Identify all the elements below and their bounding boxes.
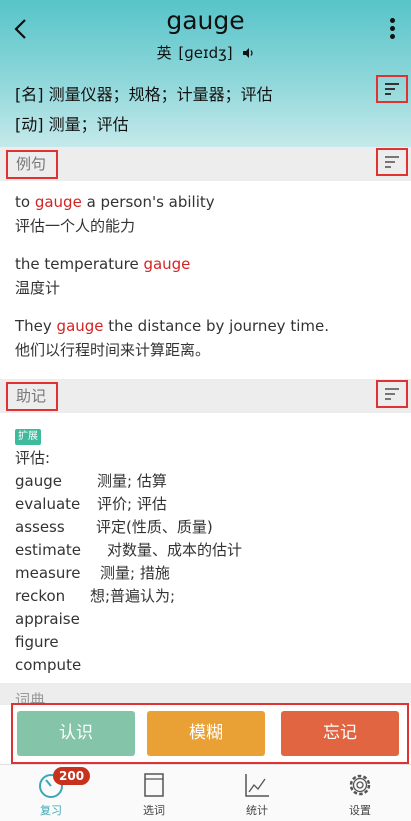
example-zh: 评估一个人的能力 (15, 217, 136, 235)
know-button[interactable]: 认识 (17, 711, 135, 756)
memory-row: estimate 对数量、成本的估计 (15, 541, 243, 559)
tab-stats-label: 统计 (246, 804, 268, 817)
example-zh: 温度计 (15, 279, 61, 297)
memory-row: evaluate 评价; 评估 (15, 495, 167, 513)
review-count-badge: 200 (53, 767, 91, 785)
dictionary-section-header: 词典 (0, 683, 411, 705)
examples-sort-button[interactable] (376, 148, 408, 176)
tab-stats[interactable]: 统计 (206, 765, 308, 821)
phonetic: [ɡeɪdʒ] (178, 44, 233, 62)
sort-lines-icon (385, 156, 399, 168)
tab-review-label: 复习 (40, 804, 62, 817)
definition-noun: [名] 测量仪器；规格；计量器；评估 (15, 85, 273, 104)
word-header: gauge 英 [ɡeɪdʒ] [名] 测量仪器；规格；计量器；评估 [动] 测… (0, 0, 411, 147)
memory-section-header: 助记 (0, 379, 411, 413)
memory-row: reckon 想;普遍认为; (15, 587, 176, 605)
gear-icon (349, 774, 371, 796)
memory-row: measure 测量; 措施 (15, 564, 170, 582)
memory-label[interactable]: 助记 (6, 382, 59, 411)
examples-label[interactable]: 例句 (6, 150, 59, 179)
tab-select[interactable]: 选词 (103, 765, 205, 821)
definitions-sort-button[interactable] (376, 75, 408, 103)
memory-row: assess 评定(性质、质量) (15, 518, 213, 536)
tab-settings-label: 设置 (349, 804, 371, 817)
tab-select-label: 选词 (143, 804, 165, 817)
expand-badge: 扩展 (15, 429, 41, 445)
memory-content: 扩展 评估: gauge 测量; 估算 evaluate 评价; 评估 assess… (15, 425, 242, 677)
sort-lines-icon (385, 388, 399, 400)
example-item: the temperature gauge 温度计 (15, 252, 329, 300)
memory-sort-button[interactable] (376, 380, 408, 408)
example-en: the temperature gauge (15, 255, 191, 273)
tab-review[interactable]: 200 复习 (0, 765, 102, 821)
memory-row: appraise (15, 610, 80, 628)
memory-row: gauge 测量; 估算 (15, 472, 167, 490)
examples-section-header: 例句 (0, 147, 411, 181)
forget-button[interactable]: 忘记 (281, 711, 399, 756)
memory-title: 评估: (15, 449, 51, 467)
example-en: They gauge the distance by journey time. (15, 317, 329, 335)
pronunciation[interactable]: 英 [ɡeɪdʒ] (0, 42, 411, 63)
definition-verb: [动] 测量；评估 (15, 115, 129, 134)
book-icon (144, 773, 164, 797)
word-title: gauge (166, 6, 245, 35)
answer-buttons: 认识 模糊 忘记 (11, 703, 409, 764)
example-en: to gauge a person's ability (15, 193, 215, 211)
definitions: [名] 测量仪器；规格；计量器；评估 [动] 测量；评估 (15, 80, 273, 140)
bottom-tab-bar: 200 复习 选词 统计 设置 (0, 764, 411, 821)
example-item: to gauge a person's ability 评估一个人的能力 (15, 190, 329, 238)
line-chart-icon (245, 774, 269, 797)
speaker-icon[interactable] (242, 47, 254, 59)
examples-list: to gauge a person's ability 评估一个人的能力 the… (15, 190, 329, 376)
memory-row: compute (15, 656, 82, 674)
more-vertical-icon[interactable] (387, 18, 397, 46)
accent-label: 英 (156, 44, 172, 62)
memory-row: figure (15, 633, 59, 651)
example-zh: 他们以行程时间来计算距离。 (15, 341, 211, 359)
example-item: They gauge the distance by journey time.… (15, 314, 329, 362)
tab-settings[interactable]: 设置 (309, 765, 411, 821)
sort-lines-icon (385, 83, 399, 95)
vague-button[interactable]: 模糊 (147, 711, 265, 756)
